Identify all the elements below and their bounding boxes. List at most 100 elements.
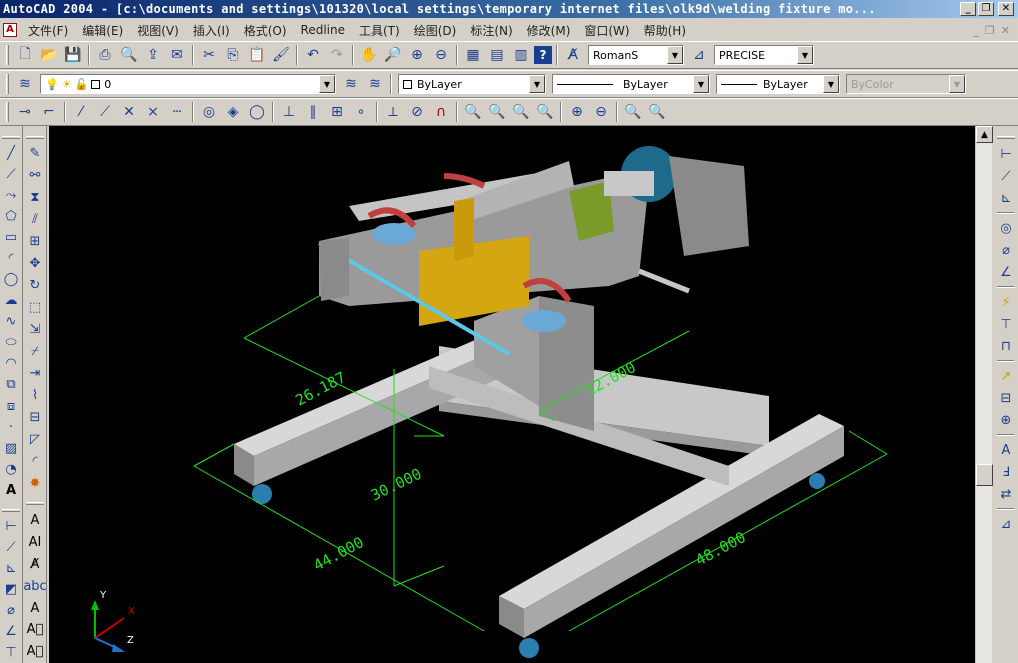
circle-icon[interactable]: ◯	[1, 270, 21, 289]
snap-center-icon[interactable]: ◎	[198, 101, 220, 123]
dim-ordinate-icon[interactable]: ⊾	[1, 559, 21, 578]
vertical-scrollbar[interactable]: ▲	[975, 126, 993, 663]
redo-icon[interactable]: ↷	[326, 44, 348, 66]
dim-ordinate-icon[interactable]: ⊾	[996, 188, 1016, 208]
array-icon[interactable]: ⊞	[25, 232, 45, 252]
doc-restore-icon[interactable]: ❐	[985, 24, 995, 37]
pan-icon[interactable]: ✋	[358, 44, 380, 66]
snap-endpoint-icon[interactable]: ⁄	[70, 101, 92, 123]
menu-view[interactable]: 视图(V)	[130, 22, 186, 39]
dim-baseline-icon[interactable]: ⊤	[1, 643, 21, 662]
dim-angular-icon[interactable]: ∠	[996, 262, 1016, 282]
snap-from-icon[interactable]: ⌐	[38, 101, 60, 123]
toolbar-grip[interactable]	[6, 102, 9, 122]
dim-linear-icon[interactable]: ⊢	[1, 517, 21, 536]
layer-previous-icon[interactable]: ≋	[364, 73, 386, 95]
dim-diameter-icon[interactable]: ⌀	[996, 240, 1016, 260]
menu-file[interactable]: 文件(F)	[21, 22, 75, 39]
copy-object-icon[interactable]: ⚯	[25, 166, 45, 186]
layer-select[interactable]: 💡 ☀ 🔓 0 ▼	[40, 74, 336, 94]
ellipse-icon[interactable]: ⬭	[1, 333, 21, 352]
snap-midpoint-icon[interactable]: ⟋	[94, 101, 116, 123]
zoom-scale-icon[interactable]: 🔍	[510, 101, 532, 123]
text-style-select[interactable]: RomanS ▼	[588, 45, 684, 65]
mirror-icon[interactable]: ⧗	[25, 188, 45, 208]
spell-icon[interactable]: abc	[23, 576, 46, 596]
center-mark-icon[interactable]: ⊕	[996, 410, 1016, 430]
menu-window[interactable]: 窗口(W)	[577, 22, 636, 39]
dim-continue-icon[interactable]: ⊓	[996, 336, 1016, 356]
minimize-icon[interactable]: _	[960, 2, 976, 16]
find-text-icon[interactable]: A̸	[25, 554, 45, 574]
chevron-down-icon[interactable]: ▼	[667, 46, 683, 64]
menu-modify[interactable]: 修改(M)	[520, 22, 578, 39]
erase-icon[interactable]: ✎	[25, 144, 45, 164]
text-icon[interactable]: A	[25, 510, 45, 530]
dim-aligned-icon[interactable]: ⟋	[1, 538, 21, 557]
zoom-in-icon[interactable]: ⊕	[566, 101, 588, 123]
snap-node-icon[interactable]: ∘	[350, 101, 372, 123]
snap-extension-icon[interactable]: ┄	[166, 101, 188, 123]
doc-minimize-icon[interactable]: _	[973, 24, 979, 37]
snap-quadrant-icon[interactable]: ◈	[222, 101, 244, 123]
zoom-realtime-icon[interactable]: 🔎	[382, 44, 404, 66]
zoom-out-icon[interactable]: ⊖	[590, 101, 612, 123]
dim-text-edit-icon[interactable]: Ⅎ	[996, 462, 1016, 482]
scroll-up-icon[interactable]: ▲	[976, 126, 993, 143]
copy-icon[interactable]: ⎘	[222, 44, 244, 66]
dim-angular-icon[interactable]: ∠	[1, 622, 21, 641]
extend-icon[interactable]: ⇥	[25, 364, 45, 384]
menu-insert[interactable]: 插入(I)	[186, 22, 237, 39]
stretch-icon[interactable]: ⇲	[25, 320, 45, 340]
rectangle-icon[interactable]: ▭	[1, 228, 21, 247]
toolbar-grip[interactable]	[26, 502, 44, 506]
snap-parallel-icon[interactable]: ∥	[302, 101, 324, 123]
zoom-all-icon[interactable]: 🔍	[622, 101, 644, 123]
spline-icon[interactable]: ∿	[1, 312, 21, 331]
dim-aligned-icon[interactable]: ⟋	[996, 166, 1016, 186]
dim-style-icon[interactable]: ⊿	[688, 44, 710, 66]
close-icon[interactable]: ✕	[998, 2, 1014, 16]
chamfer-icon[interactable]: ◸	[25, 429, 45, 449]
menu-draw[interactable]: 绘图(D)	[407, 22, 464, 39]
offset-icon[interactable]: ⫽	[25, 210, 45, 230]
edit-text-icon[interactable]: A͏I	[25, 532, 45, 552]
snap-apparent-icon[interactable]: ⨯	[142, 101, 164, 123]
zoom-window-icon[interactable]: ⊕	[406, 44, 428, 66]
scale-text-icon[interactable]: A⃞	[25, 620, 45, 640]
chevron-down-icon[interactable]: ▼	[797, 46, 813, 64]
rotate-icon[interactable]: ↻	[25, 276, 45, 296]
toolbar-grip[interactable]	[26, 136, 44, 139]
color-select[interactable]: ByLayer ▼	[398, 74, 546, 94]
fillet-icon[interactable]: ◜	[25, 451, 45, 471]
revcloud-icon[interactable]: ☁	[1, 291, 21, 310]
move-icon[interactable]: ✥	[25, 254, 45, 274]
publish-icon[interactable]: ⇪	[142, 44, 164, 66]
dim-radius-icon[interactable]: ◎	[996, 218, 1016, 238]
polygon-icon[interactable]: ⬠	[1, 207, 21, 226]
insert-block-icon[interactable]: ⧉	[1, 375, 21, 394]
osnap-settings-icon[interactable]: ∩	[430, 101, 452, 123]
dim-style-icon[interactable]: ⊿	[996, 514, 1016, 534]
dim-edit-icon[interactable]: A	[996, 440, 1016, 460]
tolerance-icon[interactable]: ⊟	[996, 388, 1016, 408]
menu-tools[interactable]: 工具(T)	[352, 22, 407, 39]
menu-dimension[interactable]: 标注(N)	[463, 22, 519, 39]
menu-format[interactable]: 格式(O)	[237, 22, 294, 39]
lineweight-select[interactable]: ByLayer ▼	[716, 74, 840, 94]
properties-icon[interactable]: ▦	[462, 44, 484, 66]
text-style-icon[interactable]: A	[25, 598, 45, 618]
etransmit-icon[interactable]: ✉	[166, 44, 188, 66]
quick-dim-icon[interactable]: ⚡	[996, 292, 1016, 312]
menu-redline[interactable]: Redline	[294, 23, 352, 37]
break-icon[interactable]: ⊟	[25, 407, 45, 427]
new-icon[interactable]: 🗋	[14, 44, 36, 66]
paste-icon[interactable]: 📋	[246, 44, 268, 66]
dim-style-select[interactable]: PRECISE ▼	[714, 45, 814, 65]
undo-icon[interactable]: ↶	[302, 44, 324, 66]
toolbar-grip[interactable]	[2, 136, 20, 139]
mtext-icon[interactable]: A	[1, 481, 21, 500]
chevron-down-icon[interactable]: ▼	[823, 75, 839, 93]
zoom-center-icon[interactable]: 🔍	[534, 101, 556, 123]
region-icon[interactable]: ◔	[1, 460, 21, 479]
